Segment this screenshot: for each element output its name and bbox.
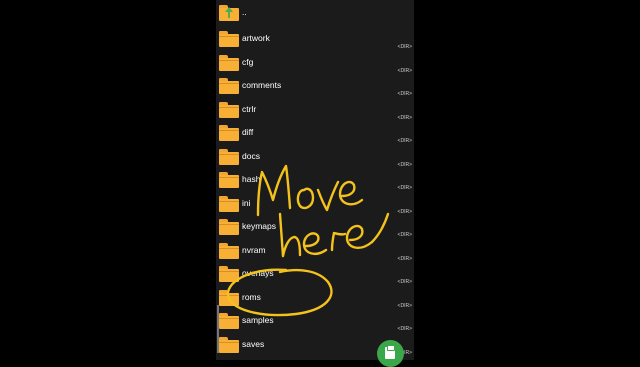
- handwritten-annotation: [226, 164, 390, 317]
